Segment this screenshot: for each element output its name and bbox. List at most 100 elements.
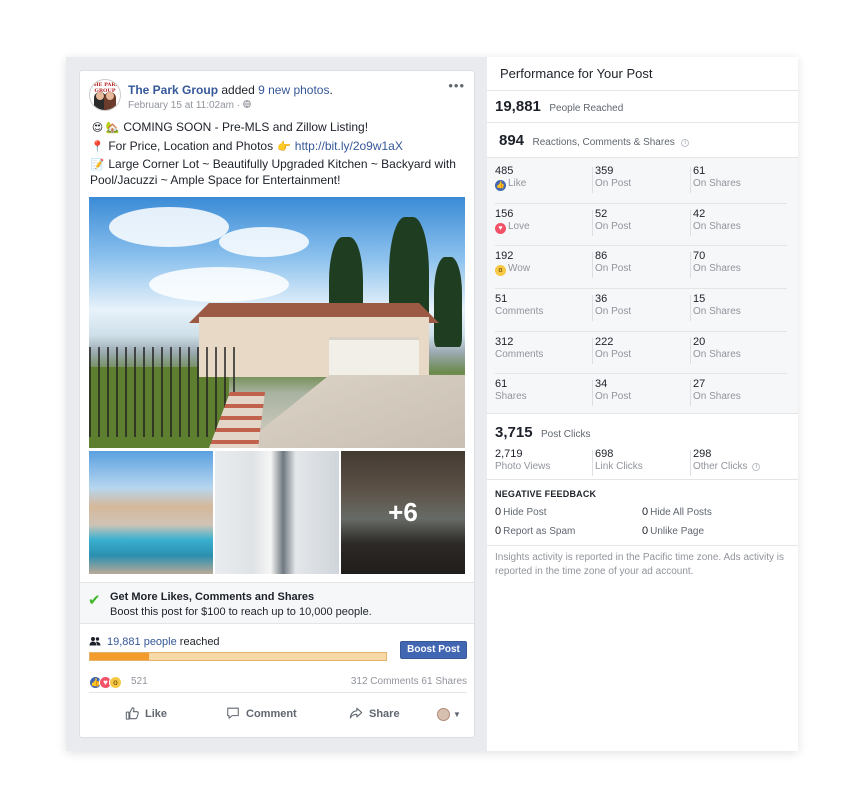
engagement-metric: 20 On Shares: [693, 336, 741, 360]
reach-text: 19,881 people reached: [107, 636, 220, 648]
link-clicks-label: Link Clicks: [595, 461, 643, 472]
wow-icon: o: [495, 265, 506, 277]
photo-views-count: 2,719: [495, 448, 523, 460]
metric-label: Comments: [495, 306, 544, 318]
engagement-label: Reactions, Comments & Shares: [532, 137, 675, 148]
metric-label-wrap: Shares: [495, 391, 527, 402]
metric-value: 51: [495, 293, 508, 306]
boost-post-button[interactable]: Boost Post: [400, 641, 467, 659]
metric-value: 192: [495, 250, 514, 263]
like-icon: 👍: [495, 180, 506, 191]
metric-value: 312: [495, 335, 514, 348]
screenshot-frame: THE PARK GROUP The Park Group added 9 ne…: [66, 57, 798, 751]
main-photo-house-exterior[interactable]: [89, 197, 465, 448]
engagement-row: 51 Comments 36 On Post 15 On Shares: [495, 289, 787, 332]
pointing-hand-icon: 👉: [277, 141, 291, 153]
metric-label-wrap: Comments: [495, 349, 543, 360]
metric-label: Like: [508, 178, 527, 189]
metric-label: On Post: [595, 391, 632, 403]
post-timestamp[interactable]: February 15 at 11:02am: [128, 100, 234, 111]
pin-icon: 📍: [90, 141, 105, 153]
engagement-metric: 61 On Shares: [693, 165, 741, 189]
metric-label: Shares: [495, 391, 527, 403]
avatar-logo-text: THE PARK GROUP: [90, 82, 120, 94]
report-spam-metric: 0 Report as Spam: [495, 525, 575, 537]
reaction-icons[interactable]: 👍 ♥ o: [89, 676, 129, 690]
info-icon[interactable]: i: [681, 139, 690, 147]
hide-all-posts-label: Hide All Posts: [650, 507, 712, 518]
more-photos-count[interactable]: +6: [341, 451, 465, 574]
metric-label-wrap: o Wow: [495, 263, 531, 277]
info-icon[interactable]: i: [752, 463, 761, 471]
post-line-1: 😍 🏡 COMING SOON - Pre-MLS and Zillow List…: [90, 118, 464, 137]
photos-link[interactable]: 9 new photos: [258, 83, 329, 97]
metric-value: 156: [495, 207, 514, 220]
other-clicks-metric: 298 Other Clicks i: [693, 448, 761, 472]
metric-label: On Shares: [693, 391, 741, 403]
engagement-metric: 61 Shares: [495, 378, 527, 402]
metric-label-wrap: On Shares: [693, 178, 741, 189]
share-button[interactable]: Share: [349, 704, 400, 724]
metric-value: 359: [595, 165, 614, 177]
people-reached-count: 19,881: [495, 98, 541, 115]
post-card: THE PARK GROUP The Park Group added 9 ne…: [79, 70, 475, 738]
heart-eyes-icon: 😍: [91, 122, 104, 134]
post-line-3: 📝 Large Corner Lot ~ Beautifully Upgrade…: [90, 157, 464, 188]
engagement-row: 312 Comments 222 On Post 20 On Shares: [495, 332, 787, 375]
comments-shares-count[interactable]: 312 Comments 61 Shares: [351, 676, 467, 687]
post-line-2: 📍 For Price, Location and Photos 👉 http:…: [90, 137, 464, 156]
metric-value: 42: [693, 207, 706, 220]
metric-value: 61: [495, 378, 508, 391]
reach-suffix: reached: [179, 636, 220, 648]
metric-label: On Shares: [693, 178, 741, 189]
photo-thumb-living-room[interactable]: +6: [341, 451, 465, 574]
wow-reaction-icon: o: [109, 676, 122, 689]
post-as-selector[interactable]: ▼: [437, 704, 461, 724]
listing-url-link[interactable]: http://bit.ly/2o9w1aX: [295, 139, 403, 153]
metric-label: On Post: [595, 306, 632, 318]
engagement-metric: 70 On Shares: [693, 250, 741, 274]
negative-feedback-title: NEGATIVE FEEDBACK: [495, 489, 597, 499]
engagement-row: 156 ♥ Love 52 On Post 42 On Shares: [495, 204, 787, 247]
engagement-metric: 359 On Post: [595, 165, 631, 189]
other-clicks-label: Other Clicks: [693, 461, 748, 472]
comment-button[interactable]: Comment: [226, 704, 297, 724]
comment-bubble-icon: [226, 706, 240, 723]
timestamp-separator: ·: [236, 100, 241, 111]
photo-thumb-kitchen[interactable]: [215, 451, 339, 574]
metric-value: 86: [595, 250, 608, 263]
people-reached-label: People Reached: [549, 103, 624, 114]
reaction-count[interactable]: 521: [131, 676, 148, 687]
metric-label-wrap: On Shares: [693, 349, 741, 360]
post-options-icon[interactable]: •••: [448, 79, 465, 92]
insights-title: Performance for Your Post: [500, 66, 653, 81]
photo-thumb-pool[interactable]: [89, 451, 213, 574]
metric-label: On Shares: [693, 263, 741, 275]
page-avatar[interactable]: THE PARK GROUP: [89, 79, 121, 111]
metric-value: 52: [595, 207, 608, 220]
unlike-page-label: Unlike Page: [650, 526, 705, 537]
reach-count-link[interactable]: 19,881 people: [107, 636, 177, 648]
like-button[interactable]: Like: [125, 704, 167, 724]
page-mini-avatar: [437, 707, 450, 721]
metric-label: On Post: [595, 220, 632, 232]
metric-label: On Shares: [693, 220, 741, 232]
engagement-metric: 156 ♥ Love: [495, 208, 530, 234]
engagement-metric: 42 On Shares: [693, 208, 741, 232]
metric-label: On Shares: [693, 306, 741, 318]
metric-label: On Shares: [693, 348, 741, 360]
metric-value: 61: [693, 165, 706, 177]
unlike-page-metric: 0 Unlike Page: [642, 525, 704, 537]
post-author-line: The Park Group added 9 new photos.: [128, 83, 333, 97]
post-line-2-text: For Price, Location and Photos: [108, 139, 274, 153]
hide-post-label: Hide Post: [503, 507, 547, 518]
metric-label-wrap: On Shares: [693, 221, 741, 232]
people-reached-section: 19,881 People Reached: [487, 90, 798, 122]
metric-label: Wow: [508, 263, 531, 275]
page-name-link[interactable]: The Park Group: [128, 83, 218, 97]
metric-value: 15: [693, 293, 706, 306]
negative-feedback-section: NEGATIVE FEEDBACK 0 Hide Post 0 Hide All P…: [487, 479, 798, 545]
boost-title: Get More Likes, Comments and Shares: [110, 591, 315, 603]
metric-label-wrap: ♥ Love: [495, 221, 530, 234]
hide-post-metric: 0 Hide Post: [495, 506, 546, 518]
